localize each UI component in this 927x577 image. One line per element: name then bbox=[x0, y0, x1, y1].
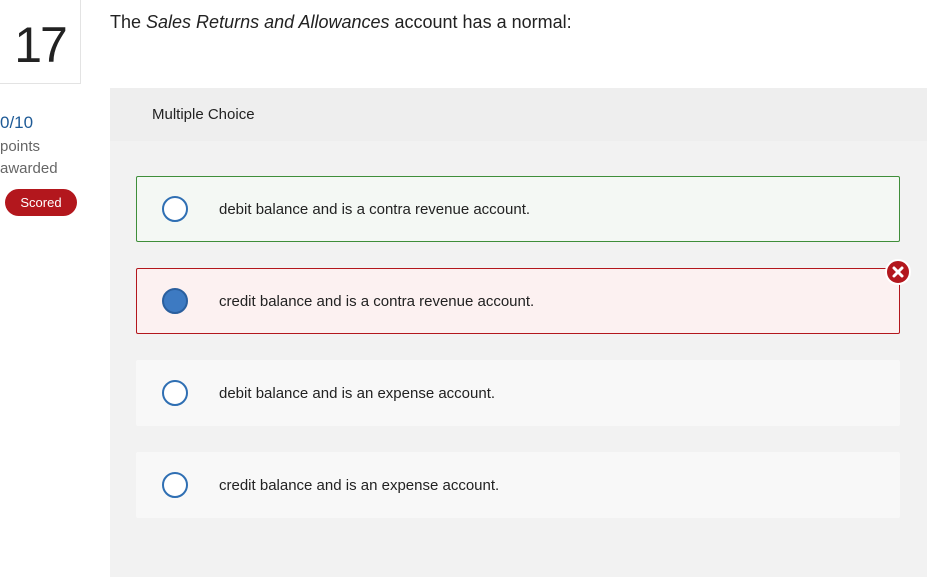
radio-selected-icon[interactable] bbox=[162, 288, 188, 314]
question-number-box: 17 bbox=[0, 0, 81, 84]
choice-option-4[interactable]: credit balance and is an expense account… bbox=[136, 452, 900, 518]
choice-text: credit balance and is an expense account… bbox=[219, 477, 500, 494]
prompt-account-name: Sales Returns and Allowances bbox=[146, 12, 390, 32]
choice-text: debit balance and is an expense account. bbox=[219, 385, 496, 402]
x-circle-icon bbox=[885, 259, 911, 285]
question-panel: Multiple Choice debit balance and is a c… bbox=[110, 88, 927, 577]
points-awarded-value: 0/10 bbox=[0, 113, 34, 132]
radio-icon[interactable] bbox=[162, 196, 188, 222]
prompt-text-before: The bbox=[110, 12, 147, 32]
scored-badge: Scored bbox=[5, 189, 77, 216]
radio-icon[interactable] bbox=[162, 472, 188, 498]
question-page: 17 0/10 points awarded Scored The Sales … bbox=[0, 0, 927, 577]
points-awarded-label: points awarded bbox=[0, 136, 58, 180]
question-number: 17 bbox=[14, 16, 68, 73]
question-type-label: Multiple Choice bbox=[152, 106, 255, 123]
points-label-line1: points bbox=[0, 138, 41, 155]
points-label-line2: awarded bbox=[0, 160, 58, 177]
choice-option-3[interactable]: debit balance and is an expense account. bbox=[136, 360, 900, 426]
choice-text: credit balance and is a contra revenue a… bbox=[219, 293, 535, 310]
question-prompt: The Sales Returns and Allowances account… bbox=[110, 12, 572, 33]
choice-option-1[interactable]: debit balance and is a contra revenue ac… bbox=[136, 176, 900, 242]
prompt-text-after: account has a normal: bbox=[389, 12, 572, 32]
choice-option-2[interactable]: credit balance and is a contra revenue a… bbox=[136, 259, 911, 334]
panel-header: Multiple Choice bbox=[110, 88, 927, 141]
radio-icon[interactable] bbox=[162, 380, 188, 406]
choice-text: debit balance and is a contra revenue ac… bbox=[219, 201, 531, 218]
